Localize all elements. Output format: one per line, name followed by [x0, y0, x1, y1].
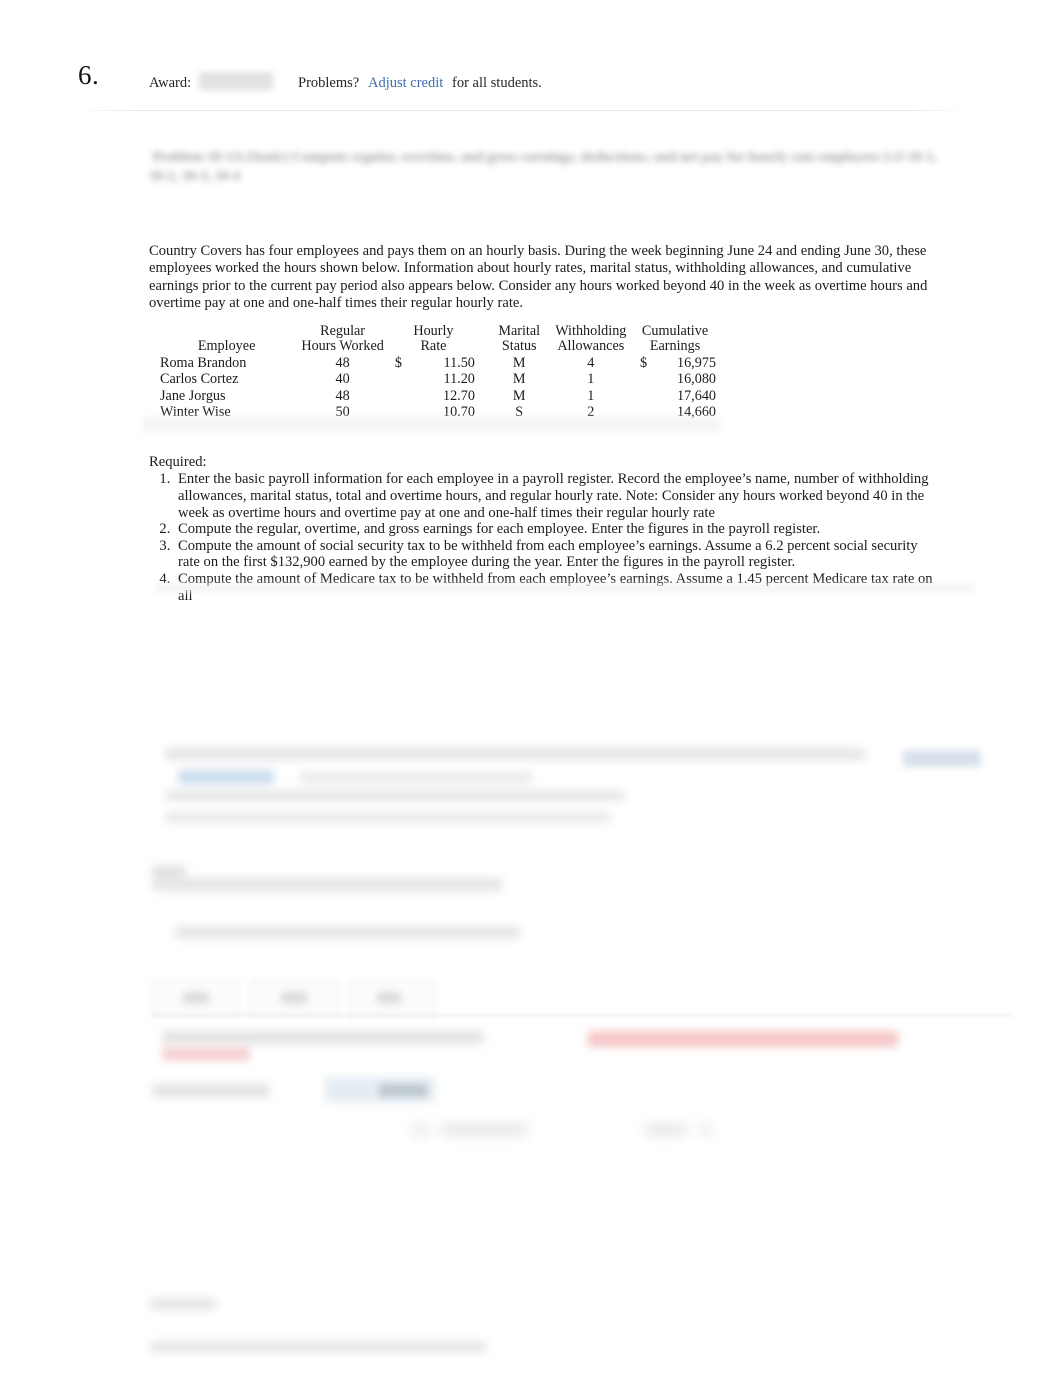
explanation-label [150, 1298, 216, 1310]
cell-cumulative-earnings: 17,640 [634, 388, 716, 404]
tab-3-label [377, 992, 401, 1004]
tabs-underline [152, 1014, 1012, 1016]
footer-control-next-label[interactable] [645, 1124, 687, 1136]
table-bottom-fade [142, 417, 720, 433]
table-row: Jane Jorgus 48 12.70 M 1 17,640 [160, 388, 716, 404]
answer-inline-link[interactable] [178, 770, 274, 784]
required-item: Enter the basic payroll information for … [174, 471, 939, 521]
tab-2-label [281, 992, 307, 1004]
cell-hourly-rate-value: 11.20 [443, 371, 475, 388]
cell-marital-status: M [512, 355, 526, 372]
explanation-text [150, 1341, 486, 1353]
award-value-redacted [199, 72, 273, 90]
cell-cumulative-earnings-value: 17,640 [676, 387, 716, 404]
header-marital-status-line2: Status [501, 337, 537, 354]
cell-withholding-allowances: 4 [587, 355, 595, 372]
header-hourly-rate: Hourly Rate [392, 324, 491, 356]
tab-1-label [183, 992, 209, 1004]
header-hourly-rate-line1: Hourly [413, 323, 454, 339]
cell-hourly-rate: 11.20 [392, 372, 491, 388]
cell-marital-status: M [512, 387, 526, 404]
footer-control-prev-icon[interactable] [412, 1124, 428, 1136]
required-item: Compute the amount of social security ta… [174, 538, 939, 571]
cell-withholding-allowances: 1 [587, 371, 595, 388]
cell-employee: Jane Jorgus [160, 387, 226, 404]
question-number: 6. [78, 60, 100, 90]
cell-employee: Roma Brandon [160, 355, 247, 372]
question-header: 6. Award: Problems? Adjust credit for al… [0, 60, 1062, 98]
for-all-students-label: for all students. [452, 75, 542, 91]
answer-section-label [152, 866, 186, 877]
cell-regular-hours: 40 [335, 371, 350, 388]
header-hourly-rate-line2: Rate [420, 337, 447, 354]
cell-hourly-rate-value: 12.70 [442, 387, 475, 404]
error-banner [588, 1031, 898, 1047]
employee-data-table: Employee Regular Hours Worked Hourly Rat… [160, 324, 716, 421]
header-cumulative-line2: Earnings [649, 337, 701, 354]
footer-control-prev-label[interactable] [440, 1124, 528, 1136]
answer-section-heading [152, 878, 502, 891]
answer-prompt-highlight [162, 1047, 250, 1061]
header-employee: Employee [160, 324, 293, 356]
header-cumulative-earnings: Cumulative Earnings [634, 324, 716, 356]
cell-hourly-rate-currency: $ [394, 355, 402, 372]
cell-hourly-rate-value: 11.50 [443, 355, 475, 372]
header-withholding-line1: Withholding [555, 323, 627, 339]
answer-section-subheading [175, 926, 520, 939]
header-withholding-allowances: Withholding Allowances [548, 324, 635, 356]
cell-regular-hours: 48 [335, 355, 350, 372]
cell-cumulative-earnings: 16,080 [634, 372, 716, 388]
header-regular-hours: Regular Hours Worked [293, 324, 392, 356]
answer-row-label [152, 1084, 270, 1097]
answer-question-line-1 [165, 748, 865, 760]
problems-label: Problems? [298, 75, 360, 91]
cell-employee: Carlos Cortez [160, 371, 239, 388]
cell-cumulative-earnings-value: 16,975 [676, 355, 716, 372]
cell-cumulative-earnings-currency: $ [640, 355, 648, 372]
award-label: Award: [149, 75, 192, 91]
answer-question-line-2 [300, 772, 532, 783]
answer-row-input-value [379, 1084, 427, 1097]
cell-withholding-allowances: 1 [587, 387, 595, 404]
answer-points-badge [903, 750, 981, 767]
header-regular-hours-line2: Hours Worked [301, 337, 384, 354]
cell-marital-status: M [512, 371, 526, 388]
header-marital-status: Marital Status [491, 324, 548, 356]
header-employee-label: Employee [197, 337, 256, 354]
header-cumulative-line1: Cumulative [641, 323, 709, 339]
cell-hourly-rate: 12.70 [392, 388, 491, 404]
table-row: Carlos Cortez 40 11.20 M 1 16,080 [160, 372, 716, 388]
header-withholding-line2: Allowances [557, 337, 625, 354]
table-header-row: Employee Regular Hours Worked Hourly Rat… [160, 324, 716, 356]
header-regular-hours-line1: Regular [320, 323, 366, 339]
required-item: Compute the regular, overtime, and gross… [174, 521, 939, 538]
header-marital-status-line1: Marital [498, 323, 541, 339]
answer-prompt-line [162, 1031, 484, 1044]
footer-control-next-icon[interactable] [700, 1124, 712, 1136]
cell-hourly-rate: $11.50 [392, 355, 491, 372]
answer-question-line-4 [165, 812, 610, 823]
problem-paragraph: Country Covers has four employees and pa… [149, 243, 928, 312]
cell-regular-hours: 48 [335, 387, 350, 404]
table-row: Roma Brandon 48 $11.50 M 4 $16,975 [160, 355, 716, 372]
required-bottom-fade [155, 580, 975, 594]
cell-cumulative-earnings: $16,975 [634, 355, 716, 372]
adjust-credit-link[interactable]: Adjust credit [368, 75, 443, 92]
header-divider [78, 110, 968, 111]
intro-heading-obscured: Problem 10-1A (Static) Compute regular, … [149, 150, 937, 184]
answer-question-line-3 [165, 790, 625, 801]
cell-cumulative-earnings-value: 16,080 [676, 371, 716, 388]
required-label: Required: [149, 454, 207, 470]
